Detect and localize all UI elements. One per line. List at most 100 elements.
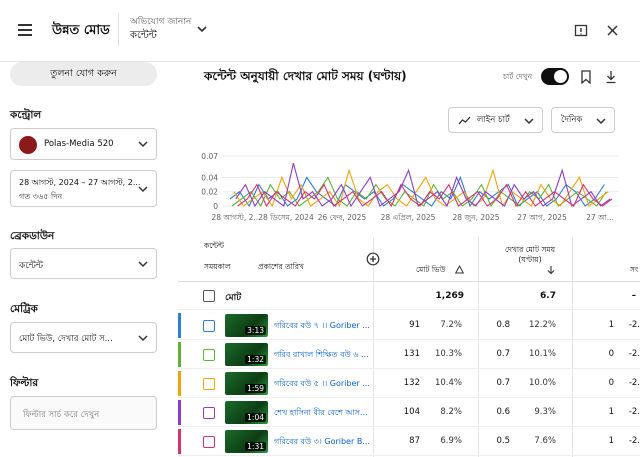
y-tick-label: 0.07 — [201, 152, 218, 161]
close-icon[interactable] — [606, 24, 619, 37]
chevron-down-icon[interactable] — [196, 24, 208, 34]
chevron-down-icon — [524, 118, 534, 125]
report-title: কন্টেন্ট অনুযায়ী দেখার মোট সময় (ঘণ্টায… — [204, 69, 407, 83]
chart-type-select[interactable]: লাইন চার্ট — [448, 107, 543, 133]
channel-name: Polas-Media 520 — [44, 139, 114, 149]
watch-value: 0.6 — [496, 407, 510, 417]
download-icon[interactable] — [605, 70, 617, 84]
next-value: 1 — [608, 436, 614, 446]
table-row[interactable]: 1:04 শেখ হাসিনা বীর বেশে আস... 104 8.2% 0.6 9… — [178, 398, 640, 427]
bookmark-icon[interactable] — [580, 70, 592, 84]
table-row[interactable]: 1:32 গরিব রাখাল শিক্ষিত বউ ৬ ... 131 10.3% 0… — [178, 340, 640, 369]
series-color-bar — [178, 400, 181, 425]
row-checkbox[interactable] — [203, 349, 215, 361]
breakdown-select[interactable]: কন্টেন্ট — [10, 248, 157, 279]
next-value: 0 — [608, 349, 614, 359]
x-tick-label: 26 ফেব, 2025 — [318, 213, 367, 222]
chart-toggle[interactable] — [541, 68, 569, 85]
filter-heading: ফিল্টার — [10, 377, 39, 389]
interval-value: দৈনিক — [561, 115, 583, 125]
video-duration: 1:31 — [245, 442, 266, 451]
metric-select[interactable]: মোট ভিউ, দেখার মোট স... — [10, 322, 157, 353]
y-tick-label: 0 — [213, 202, 218, 211]
video-title[interactable]: গরিব রাখাল শিক্ষিত বউ ৬ ... — [274, 349, 370, 362]
date-range: 28 আগস্ট, 2024 – 27 আগস্ট, 2... — [19, 178, 141, 187]
total-label: মোট — [225, 293, 242, 303]
video-thumbnail[interactable]: 1:31 — [225, 430, 268, 453]
chevron-down-icon — [138, 260, 148, 267]
feedback-icon[interactable] — [574, 24, 588, 38]
header-content: কন্টেন্ট — [204, 241, 225, 250]
row-checkbox[interactable] — [203, 378, 215, 390]
watch-value: 0.8 — [496, 320, 510, 330]
video-thumbnail[interactable]: 3:13 — [225, 314, 268, 337]
header-duration[interactable]: সময়কাল — [204, 262, 231, 274]
header-watch-time[interactable]: দেখার মোট সময় (ঘণ্টায়) — [500, 245, 560, 265]
x-tick-label: 28 আগস্ট, 2... — [211, 212, 260, 222]
menu-icon[interactable] — [18, 24, 32, 36]
video-thumbnail[interactable]: 1:04 — [225, 401, 268, 424]
video-duration: 1:59 — [245, 384, 266, 393]
total-checkbox[interactable] — [203, 290, 215, 302]
views-percent: 6.9% — [440, 436, 462, 446]
series-color-bar — [178, 371, 181, 396]
chart-type-value: লাইন চার্ট — [477, 115, 510, 125]
chevron-down-icon — [138, 185, 148, 192]
x-tick-label: 27 আ... — [586, 213, 614, 222]
channel-select[interactable]: Polas-Media 520 — [10, 128, 157, 160]
watch-percent: 9.3% — [534, 407, 556, 417]
table-row[interactable]: 1:31 গরিবের বউ ৩। Goriber B... 87 6.9% 0.5 7.… — [178, 427, 640, 456]
filter-input[interactable]: ফিল্টার সার্চ করে দেখুন — [10, 396, 157, 430]
row-checkbox[interactable] — [203, 320, 215, 332]
video-thumbnail[interactable]: 1:32 — [225, 343, 268, 366]
video-duration: 3:13 — [245, 326, 266, 335]
video-title[interactable]: শেখ হাসিনা বীর বেশে আস... — [274, 407, 370, 420]
video-title[interactable]: গরিবের বউ ৩। Goriber B... — [274, 436, 370, 449]
views-percent: 10.3% — [434, 349, 462, 359]
views-value: 132 — [403, 378, 420, 388]
table-row[interactable]: 1:59 গরিবের বউ ৫ ।। Goriber ... 132 10.4% 0.… — [178, 369, 640, 398]
series-color-bar — [178, 429, 181, 454]
date-range-select[interactable]: 28 আগস্ট, 2024 – 27 আগস্ট, 2... গত ৩৬৫ দ… — [10, 170, 157, 207]
header-views[interactable]: মোট ভিউ — [416, 265, 445, 277]
y-tick-label: 0.02 — [201, 188, 218, 197]
total-watch-time: 6.7 — [540, 291, 556, 301]
video-duration: 1:04 — [245, 413, 266, 422]
series-color-bar — [178, 342, 181, 367]
row-checkbox[interactable] — [203, 407, 215, 419]
interval-select[interactable]: দৈনিক — [551, 107, 615, 133]
watch-value: 0.7 — [496, 349, 510, 359]
watch-percent: 10.1% — [528, 349, 556, 359]
context-value[interactable]: কন্টেন্ট — [130, 28, 157, 45]
date-range-sub: গত ৩৬৫ দিন — [19, 192, 63, 201]
breakdown-heading: ব্রেকডাউন — [10, 230, 55, 242]
add-column-icon[interactable] — [366, 252, 380, 266]
sort-down-icon[interactable] — [547, 265, 555, 275]
video-title[interactable]: গরিবের বউ ৭ ।। Goriber ... — [274, 320, 370, 333]
video-title[interactable]: গরিবের বউ ৫ ।। Goriber ... — [274, 378, 370, 391]
warning-icon — [455, 265, 464, 274]
metric-value: মোট ভিউ, দেখার মোট স... — [19, 334, 113, 344]
chevron-down-icon — [138, 334, 148, 341]
add-comparison-button[interactable]: তুলনা যোগ করুন — [10, 62, 157, 86]
total-views: 1,269 — [435, 291, 464, 301]
context-label: অভিযোগ জানান — [130, 17, 192, 27]
header-published[interactable]: প্রকাশের তারিখ — [258, 262, 304, 274]
table-row[interactable]: 3:13 গরিবের বউ ৭ ।। Goriber ... 91 7.2% 0.8 1… — [178, 311, 640, 340]
views-value: 87 — [409, 436, 420, 446]
views-value: 131 — [403, 349, 420, 359]
video-thumbnail[interactable]: 1:59 — [225, 372, 268, 395]
chevron-down-icon — [596, 118, 606, 125]
app-title: উন্নত মোড — [52, 23, 110, 38]
views-percent: 8.2% — [440, 407, 462, 417]
channel-avatar — [19, 136, 37, 154]
views-value: 104 — [403, 407, 420, 417]
next-value-2: -2. — [628, 436, 640, 446]
total-row: মোট 1,269 6.7 – — [178, 282, 640, 310]
next-value-2: -2. — [628, 320, 640, 330]
watch-value: 0.5 — [496, 436, 510, 446]
watch-value: 0.7 — [496, 378, 510, 388]
row-checkbox[interactable] — [203, 436, 215, 448]
views-value: 91 — [409, 320, 420, 330]
header-next: সং — [630, 265, 639, 274]
